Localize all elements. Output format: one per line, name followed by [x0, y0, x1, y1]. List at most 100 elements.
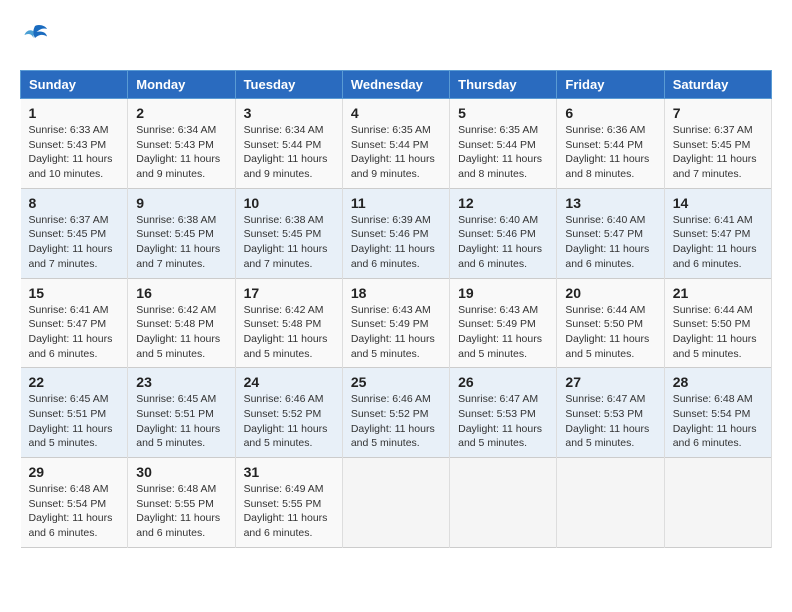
- day-number: 22: [29, 374, 120, 390]
- day-number: 1: [29, 105, 120, 121]
- day-info: Sunrise: 6:35 AM Sunset: 5:44 PM Dayligh…: [351, 123, 441, 182]
- day-info: Sunrise: 6:42 AM Sunset: 5:48 PM Dayligh…: [244, 303, 334, 362]
- calendar-cell: 22Sunrise: 6:45 AM Sunset: 5:51 PM Dayli…: [21, 368, 128, 458]
- calendar-cell: 14 Sunrise: 6:41 AM Sunset: 5:47 PM Dayli…: [664, 188, 771, 278]
- day-number: 9: [136, 195, 226, 211]
- day-info: Sunrise: 6:46 AM Sunset: 5:52 PM Dayligh…: [351, 392, 441, 451]
- day-info: Sunrise: 6:44 AM Sunset: 5:50 PM Dayligh…: [673, 303, 763, 362]
- calendar-cell: 25 Sunrise: 6:46 AM Sunset: 5:52 PM Dayli…: [342, 368, 449, 458]
- page-header: [20, 20, 772, 55]
- day-number: 16: [136, 285, 226, 301]
- calendar-cell: 10 Sunrise: 6:38 AM Sunset: 5:45 PM Dayli…: [235, 188, 342, 278]
- calendar-cell: 11 Sunrise: 6:39 AM Sunset: 5:46 PM Dayli…: [342, 188, 449, 278]
- calendar-week-row: 15 Sunrise: 6:41 AM Sunset: 5:47 PM Dayli…: [21, 278, 772, 368]
- calendar-table: SundayMondayTuesdayWednesdayThursdayFrid…: [20, 70, 772, 548]
- calendar-cell: 9 Sunrise: 6:38 AM Sunset: 5:45 PM Daylig…: [128, 188, 235, 278]
- day-number: 7: [673, 105, 763, 121]
- column-header-thursday: Thursday: [450, 71, 557, 99]
- day-number: 15: [29, 285, 120, 301]
- calendar-cell: [450, 458, 557, 548]
- day-info: Sunrise: 6:40 AM Sunset: 5:46 PM Dayligh…: [458, 213, 548, 272]
- day-info: Sunrise: 6:48 AM Sunset: 5:54 PM Dayligh…: [673, 392, 763, 451]
- calendar-week-row: 8 Sunrise: 6:37 AM Sunset: 5:45 PM Daylig…: [21, 188, 772, 278]
- day-number: 12: [458, 195, 548, 211]
- calendar-week-row: 29Sunrise: 6:48 AM Sunset: 5:54 PM Dayli…: [21, 458, 772, 548]
- day-info: Sunrise: 6:45 AM Sunset: 5:51 PM Dayligh…: [136, 392, 226, 451]
- day-number: 26: [458, 374, 548, 390]
- day-number: 28: [673, 374, 763, 390]
- day-info: Sunrise: 6:47 AM Sunset: 5:53 PM Dayligh…: [565, 392, 655, 451]
- calendar-cell: 16Sunrise: 6:42 AM Sunset: 5:48 PM Dayli…: [128, 278, 235, 368]
- calendar-cell: 6 Sunrise: 6:36 AM Sunset: 5:44 PM Daylig…: [557, 99, 664, 189]
- day-info: Sunrise: 6:38 AM Sunset: 5:45 PM Dayligh…: [244, 213, 334, 272]
- calendar-cell: [557, 458, 664, 548]
- day-info: Sunrise: 6:39 AM Sunset: 5:46 PM Dayligh…: [351, 213, 441, 272]
- calendar-cell: 2Sunrise: 6:34 AM Sunset: 5:43 PM Daylig…: [128, 99, 235, 189]
- day-info: Sunrise: 6:38 AM Sunset: 5:45 PM Dayligh…: [136, 213, 226, 272]
- column-header-tuesday: Tuesday: [235, 71, 342, 99]
- day-info: Sunrise: 6:43 AM Sunset: 5:49 PM Dayligh…: [351, 303, 441, 362]
- day-number: 24: [244, 374, 334, 390]
- day-number: 17: [244, 285, 334, 301]
- calendar-cell: 29Sunrise: 6:48 AM Sunset: 5:54 PM Dayli…: [21, 458, 128, 548]
- day-number: 21: [673, 285, 763, 301]
- calendar-cell: 21 Sunrise: 6:44 AM Sunset: 5:50 PM Dayli…: [664, 278, 771, 368]
- calendar-cell: 3 Sunrise: 6:34 AM Sunset: 5:44 PM Daylig…: [235, 99, 342, 189]
- day-number: 30: [136, 464, 226, 480]
- calendar-week-row: 1 Sunrise: 6:33 AM Sunset: 5:43 PM Daylig…: [21, 99, 772, 189]
- day-info: Sunrise: 6:36 AM Sunset: 5:44 PM Dayligh…: [565, 123, 655, 182]
- day-number: 14: [673, 195, 763, 211]
- logo: [20, 20, 54, 55]
- calendar-cell: 4 Sunrise: 6:35 AM Sunset: 5:44 PM Daylig…: [342, 99, 449, 189]
- day-number: 13: [565, 195, 655, 211]
- logo-bird-icon: [20, 20, 50, 50]
- column-header-friday: Friday: [557, 71, 664, 99]
- day-info: Sunrise: 6:34 AM Sunset: 5:44 PM Dayligh…: [244, 123, 334, 182]
- column-header-sunday: Sunday: [21, 71, 128, 99]
- calendar-cell: 24 Sunrise: 6:46 AM Sunset: 5:52 PM Dayli…: [235, 368, 342, 458]
- calendar-cell: 20 Sunrise: 6:44 AM Sunset: 5:50 PM Dayli…: [557, 278, 664, 368]
- calendar-cell: 1 Sunrise: 6:33 AM Sunset: 5:43 PM Daylig…: [21, 99, 128, 189]
- day-info: Sunrise: 6:40 AM Sunset: 5:47 PM Dayligh…: [565, 213, 655, 272]
- day-number: 27: [565, 374, 655, 390]
- day-number: 4: [351, 105, 441, 121]
- day-info: Sunrise: 6:46 AM Sunset: 5:52 PM Dayligh…: [244, 392, 334, 451]
- day-info: Sunrise: 6:37 AM Sunset: 5:45 PM Dayligh…: [673, 123, 763, 182]
- day-info: Sunrise: 6:41 AM Sunset: 5:47 PM Dayligh…: [29, 303, 120, 362]
- column-header-saturday: Saturday: [664, 71, 771, 99]
- calendar-cell: 18 Sunrise: 6:43 AM Sunset: 5:49 PM Dayli…: [342, 278, 449, 368]
- day-info: Sunrise: 6:47 AM Sunset: 5:53 PM Dayligh…: [458, 392, 548, 451]
- day-number: 23: [136, 374, 226, 390]
- day-number: 31: [244, 464, 334, 480]
- day-number: 6: [565, 105, 655, 121]
- day-info: Sunrise: 6:35 AM Sunset: 5:44 PM Dayligh…: [458, 123, 548, 182]
- calendar-cell: [664, 458, 771, 548]
- day-info: Sunrise: 6:37 AM Sunset: 5:45 PM Dayligh…: [29, 213, 120, 272]
- calendar-cell: 5Sunrise: 6:35 AM Sunset: 5:44 PM Daylig…: [450, 99, 557, 189]
- day-info: Sunrise: 6:33 AM Sunset: 5:43 PM Dayligh…: [29, 123, 120, 182]
- calendar-cell: 19 Sunrise: 6:43 AM Sunset: 5:49 PM Dayli…: [450, 278, 557, 368]
- calendar-cell: [342, 458, 449, 548]
- day-info: Sunrise: 6:34 AM Sunset: 5:43 PM Dayligh…: [136, 123, 226, 182]
- day-number: 19: [458, 285, 548, 301]
- calendar-cell: 12 Sunrise: 6:40 AM Sunset: 5:46 PM Dayli…: [450, 188, 557, 278]
- day-number: 3: [244, 105, 334, 121]
- day-number: 20: [565, 285, 655, 301]
- day-info: Sunrise: 6:44 AM Sunset: 5:50 PM Dayligh…: [565, 303, 655, 362]
- calendar-cell: 8 Sunrise: 6:37 AM Sunset: 5:45 PM Daylig…: [21, 188, 128, 278]
- day-number: 11: [351, 195, 441, 211]
- day-number: 18: [351, 285, 441, 301]
- calendar-cell: 26 Sunrise: 6:47 AM Sunset: 5:53 PM Dayli…: [450, 368, 557, 458]
- calendar-cell: 31Sunrise: 6:49 AM Sunset: 5:55 PM Dayli…: [235, 458, 342, 548]
- day-info: Sunrise: 6:41 AM Sunset: 5:47 PM Dayligh…: [673, 213, 763, 272]
- column-header-monday: Monday: [128, 71, 235, 99]
- calendar-cell: 7 Sunrise: 6:37 AM Sunset: 5:45 PM Daylig…: [664, 99, 771, 189]
- day-number: 8: [29, 195, 120, 211]
- day-info: Sunrise: 6:48 AM Sunset: 5:55 PM Dayligh…: [136, 482, 226, 541]
- calendar-cell: 15 Sunrise: 6:41 AM Sunset: 5:47 PM Dayli…: [21, 278, 128, 368]
- calendar-cell: 17 Sunrise: 6:42 AM Sunset: 5:48 PM Dayli…: [235, 278, 342, 368]
- day-number: 25: [351, 374, 441, 390]
- day-info: Sunrise: 6:43 AM Sunset: 5:49 PM Dayligh…: [458, 303, 548, 362]
- calendar-week-row: 22 Sunrise: 6:45 AM Sunset: 5:51 PM Dayli…: [21, 368, 772, 458]
- day-number: 10: [244, 195, 334, 211]
